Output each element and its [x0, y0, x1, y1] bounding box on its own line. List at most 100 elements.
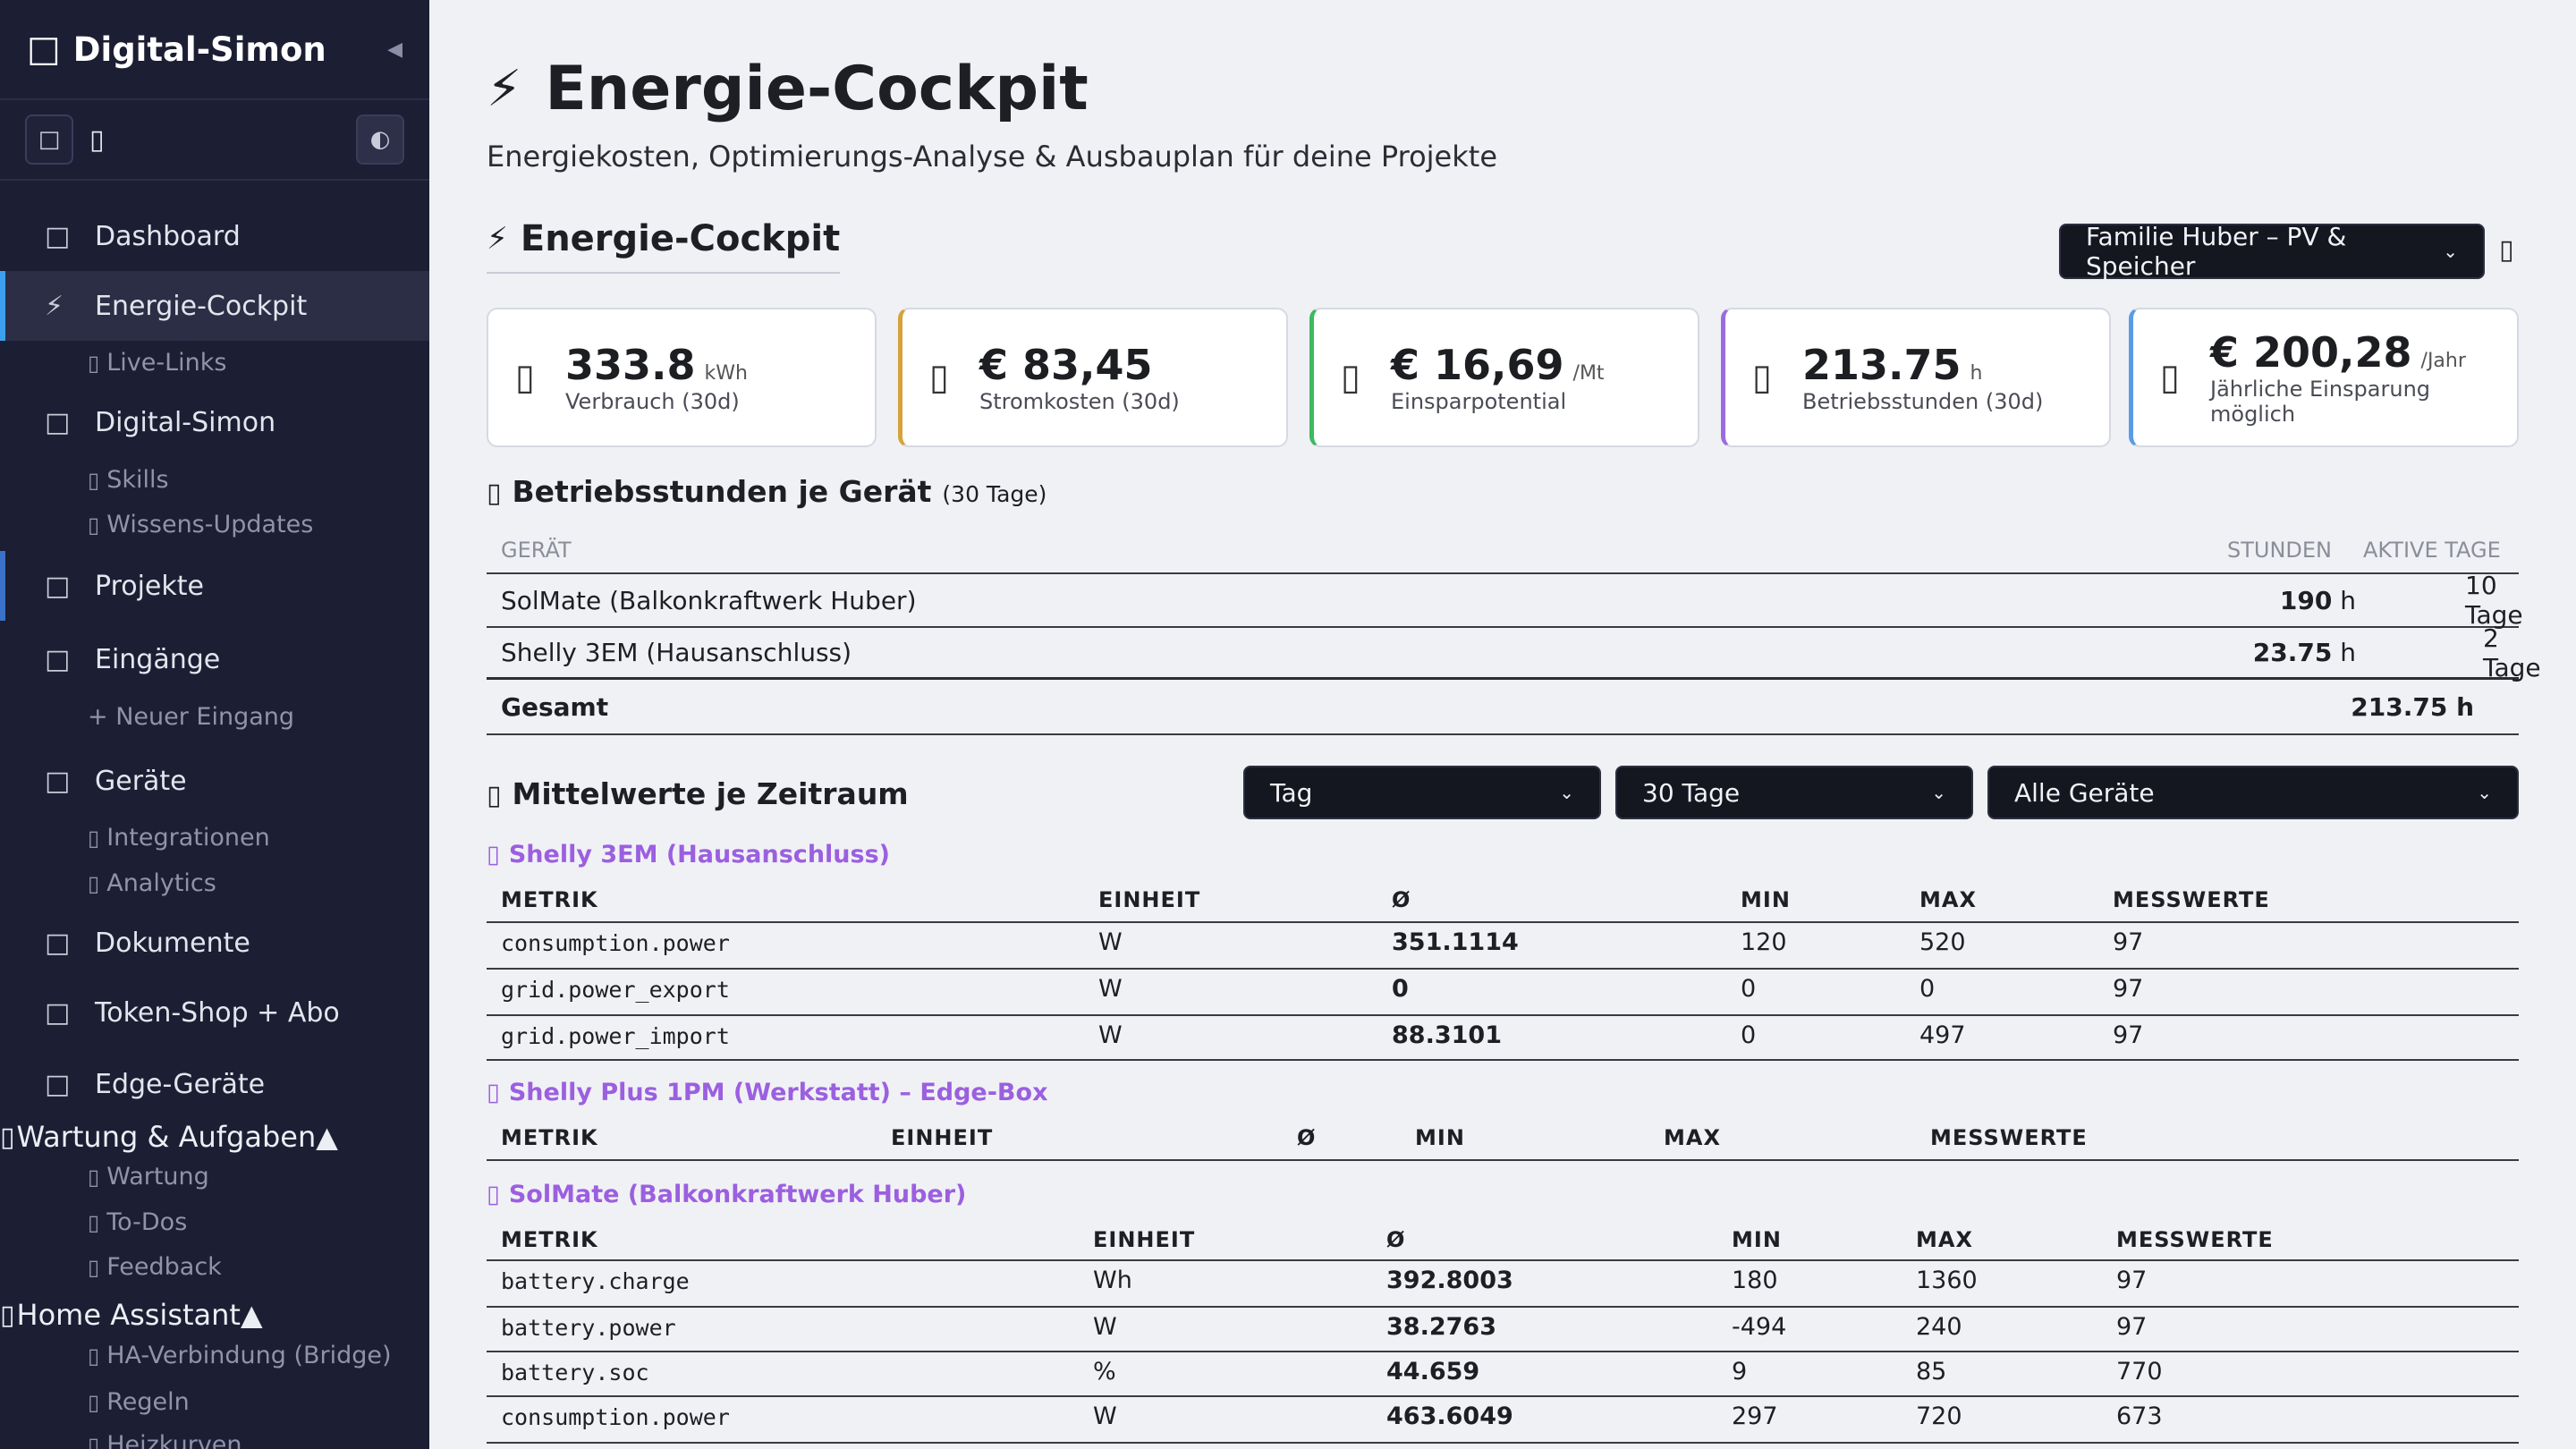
lightning-icon: ⚡ [487, 221, 508, 257]
metric-name: consumption.power [501, 1404, 730, 1430]
metric-count: 97 [2113, 928, 2144, 956]
column-header: Ø [1386, 1227, 1406, 1252]
inbox-icon: □ [45, 643, 71, 675]
range-select[interactable]: 30 Tage ⌄ [1615, 766, 1973, 819]
savings-icon: ▯ [1341, 357, 1361, 398]
device-name: Shelly 3EM (Hausanschluss) [501, 638, 852, 667]
interval-select[interactable]: Tag ⌄ [1243, 766, 1601, 819]
lightbulb-icon: □ [27, 29, 61, 70]
lightning-icon: ⚡ [487, 60, 522, 118]
active-days: 10 Tage [2465, 571, 2523, 630]
sidebar-item-projekte[interactable]: □ Projekte [0, 551, 429, 621]
phone-icon[interactable]: ▯ [2499, 234, 2514, 266]
column-header: MESSWERTE [2116, 1227, 2274, 1252]
metrics-table-header: METRIK EINHEIT Ø MIN MAX MESSWERTE [487, 882, 2519, 923]
plug-icon: ▯ [487, 1181, 500, 1208]
column-header: MESSWERTE [1930, 1125, 2088, 1150]
select-value: 30 Tage [1642, 777, 1741, 808]
device-group-title: ▯ Shelly Plus 1PM (Werkstatt) – Edge-Box [487, 1079, 1047, 1106]
kpi-unit: /Mt [1572, 362, 1605, 385]
metric-average: 44.659 [1386, 1358, 1480, 1385]
sidebar-subitem-integrationen[interactable]: ▯ Integrationen [88, 824, 270, 852]
dashboard-icon: □ [45, 220, 71, 252]
metric-max: 1360 [1916, 1267, 1978, 1294]
home-assistant-icon: ▯ [0, 1299, 15, 1331]
sidebar-subitem-wissens-updates[interactable]: ▯ Wissens-Updates [88, 511, 313, 538]
column-header: METRIK [501, 1227, 598, 1252]
sidebar-subitem-wartung[interactable]: ▯ Wartung [88, 1163, 209, 1191]
table-row: consumption.power W 351.1114 120 520 97 [487, 923, 2519, 970]
hours-section-title: ▯ Betriebsstunden je Gerät (30 Tage) [487, 474, 1046, 509]
metric-unit: % [1093, 1358, 1116, 1385]
sidebar-item-digital-simon[interactable]: □ Digital-Simon [0, 387, 429, 457]
sidebar-subitem-ha-verbindung[interactable]: ▯ HA-Verbindung (Bridge) [88, 1342, 392, 1369]
plug-icon: ▯ [487, 1079, 500, 1106]
sidebar-item-token-shop[interactable]: □ Token-Shop + Abo [0, 978, 429, 1047]
device-group-title: ▯ SolMate (Balkonkraftwerk Huber) [487, 1181, 966, 1208]
skills-icon: ▯ [88, 467, 100, 493]
edge-device-icon: □ [45, 1068, 71, 1100]
theme-toggle-icon[interactable]: ◐ [356, 114, 404, 165]
metrics-table-header: METRIK EINHEIT Ø MIN MAX MESSWERTE [487, 1222, 2519, 1261]
averages-section-title: ▯ Mittelwerte je Zeitraum [487, 776, 909, 811]
hours-value: 190 [2279, 585, 2333, 615]
sidebar-subitem-analytics[interactable]: ▯ Analytics [88, 869, 216, 897]
sidebar-item-dokumente[interactable]: □ Dokumente [0, 908, 429, 978]
collapse-sidebar-icon[interactable]: ◀ [387, 38, 402, 61]
sidebar-subitem-regeln[interactable]: ▯ Regeln [88, 1388, 190, 1416]
column-header: MAX [1664, 1125, 1721, 1150]
kpi-card-cost: ▯ € 83,45 Stromkosten (30d) [898, 308, 1288, 447]
tool-icon: ▯ [88, 1164, 100, 1190]
sidebar-item-label: Digital-Simon [95, 406, 276, 438]
sidebar-item-energie-cockpit[interactable]: ⚡ Energie-Cockpit [0, 271, 429, 341]
select-value: Alle Geräte [2014, 777, 2155, 808]
sidebar-item-edge-geraete[interactable]: □ Edge-Geräte [0, 1049, 429, 1119]
chevron-down-icon: ⌄ [1559, 782, 1574, 803]
kpi-value: € 16,69 [1391, 341, 1564, 389]
sidebar-group-home-assistant[interactable]: ▯ Home Assistant▲ [0, 1298, 263, 1332]
sidebar-item-label: Eingänge [95, 643, 221, 675]
metric-min: 0 [1741, 975, 1757, 1003]
metric-count: 97 [2116, 1267, 2148, 1294]
metric-min: 297 [1732, 1402, 1778, 1430]
hours-table-header: GERÄT STUNDEN AKTIVE TAGE [487, 528, 2519, 574]
document-icon: □ [45, 927, 71, 959]
sidebar-subitem-heizkurven[interactable]: ▯ Heizkurven [88, 1431, 242, 1449]
sidebar-group-wartung[interactable]: ▯ Wartung & Aufgaben▲ [0, 1120, 338, 1154]
metric-max: 0 [1919, 975, 1936, 1003]
metric-unit: Wh [1093, 1267, 1132, 1294]
sidebar-subitem-todos[interactable]: ▯ To-Dos [88, 1208, 187, 1236]
sidebar-subitem-neuer-eingang[interactable]: + Neuer Eingang [88, 703, 294, 731]
kpi-label: Verbrauch (30d) [565, 389, 740, 414]
metric-min: -494 [1732, 1313, 1787, 1341]
metric-unit: W [1098, 975, 1123, 1003]
brand-title[interactable]: Digital-Simon [73, 30, 326, 69]
sidebar-subitem-live-links[interactable]: ▯ Live-Links [88, 349, 226, 377]
home-icon[interactable]: □ [25, 114, 73, 165]
metric-min: 120 [1741, 928, 1787, 956]
sidebar-subitem-skills[interactable]: ▯ Skills [88, 466, 169, 494]
metric-max: 85 [1916, 1358, 1947, 1385]
sidebar-subitem-label: HA-Verbindung (Bridge) [106, 1342, 392, 1369]
metric-average: 0 [1392, 975, 1409, 1003]
sidebar-subitem-feedback[interactable]: ▯ Feedback [88, 1253, 222, 1281]
sidebar-item-dashboard[interactable]: □ Dashboard [0, 201, 429, 271]
project-select[interactable]: Familie Huber – PV & Speicher ⌄ [2059, 222, 2485, 281]
column-header: EINHEIT [1093, 1227, 1196, 1252]
sidebar-subitem-label: Wissens-Updates [106, 511, 314, 538]
plug-icon: ▯ [487, 841, 500, 869]
sidebar-item-label: Dokumente [95, 927, 250, 959]
sidebar-item-label: Dashboard [95, 220, 241, 252]
device-group-title-text: SolMate (Balkonkraftwerk Huber) [508, 1181, 967, 1208]
phone-icon[interactable]: ▯ [89, 124, 105, 156]
metric-min: 180 [1732, 1267, 1778, 1294]
metric-max: 520 [1919, 928, 1966, 956]
device-select[interactable]: Alle Geräte ⌄ [1987, 766, 2519, 819]
sidebar-subitem-label: Analytics [106, 869, 216, 897]
sidebar-item-geraete[interactable]: □ Geräte [0, 746, 429, 816]
brain-icon: □ [45, 406, 71, 438]
sidebar-tools: □ ▯ ◐ [0, 100, 429, 181]
rules-icon: ▯ [88, 1389, 100, 1415]
sidebar-item-eingaenge[interactable]: □ Eingänge [0, 624, 429, 694]
sidebar: □ Digital-Simon ◀ □ ▯ ◐ □ Dashboard ⚡ En… [0, 0, 429, 1449]
